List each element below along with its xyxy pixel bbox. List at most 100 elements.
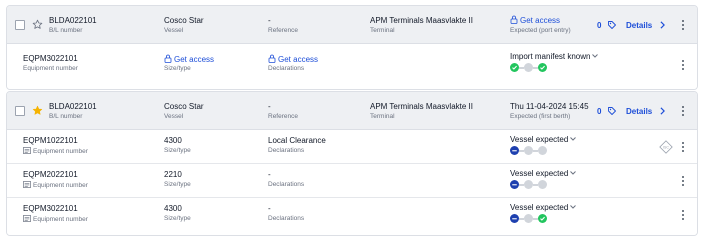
equipment-label: Equipment number [33, 216, 88, 223]
lock-icon [164, 54, 172, 63]
more-vertical-icon[interactable] [681, 209, 685, 221]
reference-label: Reference [268, 27, 298, 34]
chevron-right-icon[interactable] [659, 107, 666, 115]
more-vertical-icon[interactable] [681, 19, 685, 31]
more-vertical-icon[interactable] [681, 141, 685, 153]
container-row[interactable]: EQPM1022101 Equipment number 4300 Size/t… [7, 130, 697, 164]
expected-label: Expected (first berth) [510, 113, 571, 120]
status-text: Import manifest known [510, 52, 591, 61]
status-text: Vessel expected [510, 203, 569, 212]
shipment-card-1: BLDA022101 B/L number Cosco Star Vessel … [6, 5, 698, 90]
declarations-value: - [268, 170, 271, 179]
equipment-label-wrap: Equipment number [23, 147, 88, 155]
reference-value: - [268, 102, 271, 111]
declarations-label: Declarations [268, 147, 305, 154]
pending-dot-icon [524, 146, 533, 155]
bl-number-label: B/L number [49, 27, 83, 34]
bl-number: BLDA022101 [49, 102, 97, 111]
select-checkbox[interactable] [15, 106, 25, 116]
more-vertical-icon[interactable] [681, 59, 685, 71]
details-button[interactable]: Details [626, 21, 652, 30]
reference-label: Reference [268, 113, 298, 120]
status-progress [510, 146, 547, 155]
declarations-label: Declarations [268, 181, 305, 188]
check-icon [538, 63, 547, 72]
equipment-number: EQPM1022101 [23, 136, 78, 145]
star-icon[interactable] [32, 105, 43, 116]
lock-icon [510, 15, 518, 24]
declarations-label: Declarations [268, 65, 305, 72]
equipment-number: EQPM3022101 [23, 54, 78, 63]
size-label: Size/type [164, 215, 191, 222]
container-row[interactable]: EQPM2022101 Equipment number 2210 Size/t… [7, 164, 697, 198]
size-value: 4300 [164, 136, 182, 145]
equipment-label: Equipment number [23, 65, 78, 72]
reference-value: - [268, 16, 271, 25]
pending-dot-icon [538, 180, 547, 189]
equipment-label-wrap: Equipment number [23, 215, 88, 223]
equipment-number: EQPM2022101 [23, 170, 78, 179]
chevron-down-icon [570, 205, 577, 209]
size-get-access-link[interactable]: Get access [164, 54, 214, 64]
vessel-label: Vessel [164, 27, 184, 34]
declarations-label: Declarations [268, 215, 305, 222]
svg-text:ISC: ISC [663, 146, 669, 150]
expected-get-access-link[interactable]: Get access [510, 15, 560, 25]
tag-icon[interactable] [607, 106, 617, 116]
expected-value: Get access [520, 16, 561, 25]
details-button[interactable]: Details [626, 107, 652, 116]
bl-number: BLDA022101 [49, 16, 97, 25]
vessel-active-icon [510, 146, 519, 155]
vessel-name: Cosco Star [164, 102, 204, 111]
equipment-label: Equipment number [33, 182, 88, 189]
lock-icon [268, 54, 276, 63]
status-text: Vessel expected [510, 135, 569, 144]
pending-dot-icon [524, 63, 533, 72]
pending-dot-icon [538, 146, 547, 155]
diamond-badge-icon[interactable]: ISC [659, 140, 673, 154]
tag-count: 0 [597, 107, 602, 116]
chevron-down-icon [570, 171, 577, 175]
tag-count: 0 [597, 21, 602, 30]
equipment-label: Equipment number [33, 148, 88, 155]
size-value: 4300 [164, 204, 182, 213]
declarations-value: - [268, 204, 271, 213]
status-dropdown[interactable]: Import manifest known [510, 52, 599, 61]
shipment-card-2: BLDA022101 B/L number Cosco Star Vessel … [6, 91, 698, 236]
declarations-value: Get access [278, 55, 319, 64]
vessel-active-icon [510, 180, 519, 189]
container-row[interactable]: EQPM3022101 Equipment number Get access … [7, 44, 697, 89]
status-dropdown[interactable]: Vessel expected [510, 203, 577, 212]
chevron-right-icon[interactable] [659, 21, 666, 29]
document-icon [23, 147, 31, 154]
star-icon[interactable] [32, 19, 43, 30]
terminal-label: Terminal [370, 27, 395, 34]
shipment-header: BLDA022101 B/L number Cosco Star Vessel … [7, 6, 697, 44]
status-dropdown[interactable]: Vessel expected [510, 135, 577, 144]
declarations-value: Local Clearance [268, 136, 326, 145]
document-icon [23, 215, 31, 222]
status-text: Vessel expected [510, 169, 569, 178]
terminal-label: Terminal [370, 113, 395, 120]
size-label: Size/type [164, 65, 191, 72]
vessel-label: Vessel [164, 113, 184, 120]
select-checkbox[interactable] [15, 20, 25, 30]
tag-icon[interactable] [607, 20, 617, 30]
terminal-name: APM Terminals Maasvlakte II [370, 16, 473, 25]
more-vertical-icon[interactable] [681, 105, 685, 117]
declarations-get-access-link[interactable]: Get access [268, 54, 318, 64]
more-vertical-icon[interactable] [681, 175, 685, 187]
equipment-label-wrap: Equipment number [23, 181, 88, 189]
vessel-active-icon [510, 214, 519, 223]
status-dropdown[interactable]: Vessel expected [510, 169, 577, 178]
bl-number-label: B/L number [49, 113, 83, 120]
shipment-header: BLDA022101 B/L number Cosco Star Vessel … [7, 92, 697, 130]
container-row[interactable]: EQPM3022101 Equipment number 4300 Size/t… [7, 198, 697, 235]
pending-dot-icon [524, 214, 533, 223]
check-icon [538, 214, 547, 223]
status-progress [510, 63, 547, 72]
check-icon [510, 63, 519, 72]
terminal-name: APM Terminals Maasvlakte II [370, 102, 473, 111]
size-value: 2210 [164, 170, 182, 179]
chevron-down-icon [570, 137, 577, 141]
